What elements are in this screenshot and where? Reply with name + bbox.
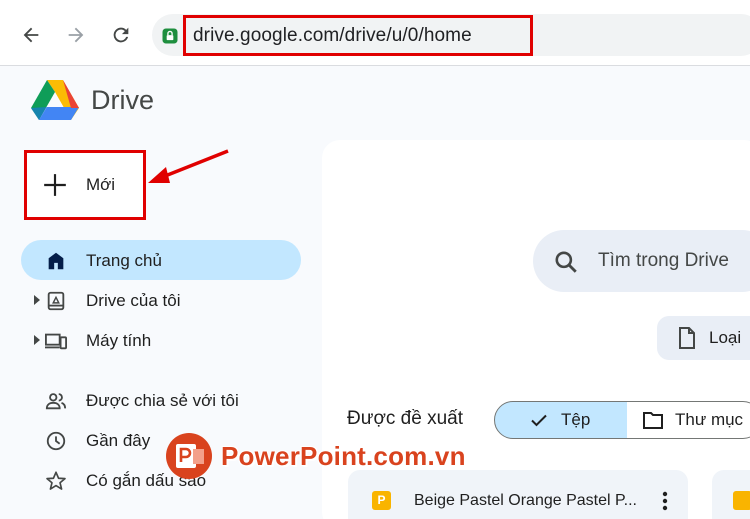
search-input[interactable]: Tìm trong Drive [598, 250, 729, 272]
sidebar-item-home[interactable]: Trang chủ [21, 240, 301, 280]
forward-button[interactable] [63, 22, 89, 48]
my-drive-icon [47, 291, 65, 311]
sidebar-item-shared-with-me[interactable]: Được chia sẻ với tôi [21, 380, 301, 420]
sidebar-item-label: Máy tính [86, 331, 152, 350]
clock-icon [46, 431, 66, 451]
sidebar-item-label: Gần đây [86, 431, 151, 450]
sidebar-item-label: Được chia sẻ với tôi [86, 391, 239, 410]
slides-file-icon: P [372, 491, 391, 510]
plus-icon [44, 174, 66, 196]
google-drive-logo-icon[interactable] [30, 78, 80, 122]
reload-button[interactable] [108, 22, 134, 48]
new-button-label: Mới [86, 175, 116, 194]
suggested-heading: Được đề xuất [347, 408, 464, 429]
app-title: Drive [91, 85, 155, 115]
forward-arrow-icon [68, 27, 84, 43]
home-icon [48, 252, 64, 270]
star-icon [46, 471, 66, 490]
expand-caret-icon[interactable] [33, 335, 41, 345]
more-options-icon[interactable] [657, 490, 673, 512]
url-highlight-box [183, 15, 533, 56]
sidebar-item-my-drive[interactable]: Drive của tôi [21, 280, 301, 320]
sidebar-item-label: Drive của tôi [86, 291, 181, 310]
annotation-arrow-icon [148, 149, 229, 183]
back-arrow-icon [23, 27, 39, 43]
shared-people-icon [45, 393, 67, 410]
files-segment-label: Tệp [561, 410, 591, 429]
reload-icon [113, 27, 129, 43]
type-filter-label: Loại [709, 328, 742, 347]
expand-caret-icon[interactable] [33, 295, 41, 305]
watermark-text: PowerPoint.com.vn [221, 441, 466, 471]
check-icon [531, 414, 547, 427]
sidebar-item-computers[interactable]: Máy tính [21, 320, 301, 360]
search-icon[interactable] [553, 249, 579, 275]
file-name[interactable]: Beige Pastel Orange Pastel P... [414, 492, 637, 510]
file-type-icon [679, 327, 695, 349]
slides-file-icon [733, 491, 750, 510]
folder-icon [643, 412, 663, 429]
powerpoint-logo-icon [166, 433, 212, 479]
browser-toolbar: drive.google.com/drive/u/0/home [0, 0, 750, 66]
back-button[interactable] [18, 22, 44, 48]
secure-lock-icon[interactable] [160, 26, 180, 46]
sidebar-item-label: Trang chủ [86, 251, 162, 270]
computers-icon [45, 333, 67, 350]
folders-segment-label: Thư mục [675, 410, 744, 429]
